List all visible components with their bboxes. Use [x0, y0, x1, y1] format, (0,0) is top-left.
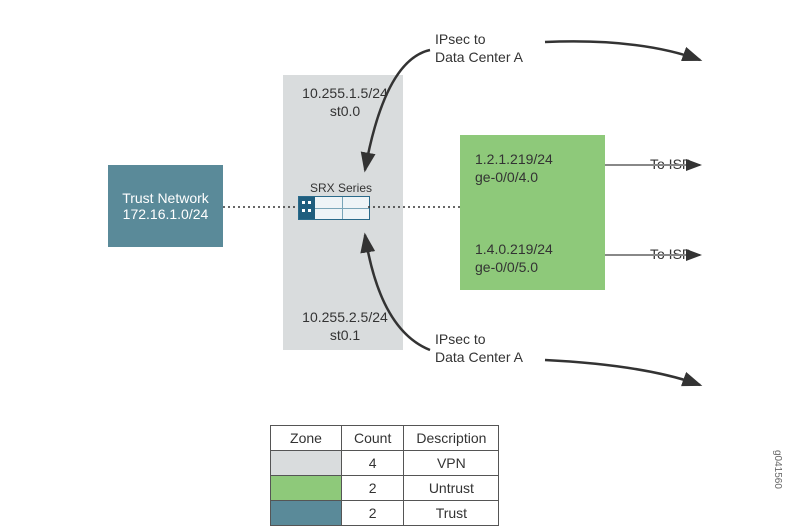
trust-network-subnet: 172.16.1.0/24 [123, 206, 209, 222]
trust-network-title: Trust Network [122, 190, 209, 206]
legend-desc-vpn: VPN [404, 451, 499, 476]
legend-count-untrust: 2 [342, 476, 404, 501]
ipsec-bottom-label: IPsec to Data Center A [435, 330, 523, 366]
legend-swatch-trust [271, 501, 342, 526]
legend-row-untrust: 2 Untrust [271, 476, 499, 501]
legend-row-trust: 2 Trust [271, 501, 499, 526]
vpn-if-top: 10.255.1.5/24 st0.0 [295, 84, 395, 120]
srx-device-icon [298, 196, 370, 220]
legend-count-trust: 2 [342, 501, 404, 526]
zone-legend-table: Zone Count Description 4 VPN 2 Untrust 2… [270, 425, 499, 526]
legend-header-zone: Zone [271, 426, 342, 451]
graphic-id: g041560 [772, 450, 783, 489]
legend-swatch-vpn [271, 451, 342, 476]
trust-network-box: Trust Network 172.16.1.0/24 [108, 165, 223, 247]
legend-count-vpn: 4 [342, 451, 404, 476]
untrust-if-top: 1.2.1.219/24 ge-0/0/4.0 [475, 150, 553, 186]
to-isp-bottom: To ISP [650, 246, 691, 262]
legend-header-desc: Description [404, 426, 499, 451]
legend-row-vpn: 4 VPN [271, 451, 499, 476]
legend-desc-untrust: Untrust [404, 476, 499, 501]
legend-swatch-untrust [271, 476, 342, 501]
legend-header-row: Zone Count Description [271, 426, 499, 451]
vpn-if-bottom: 10.255.2.5/24 st0.1 [295, 308, 395, 344]
untrust-if-bottom: 1.4.0.219/24 ge-0/0/5.0 [475, 240, 553, 276]
ipsec-top-label: IPsec to Data Center A [435, 30, 523, 66]
to-isp-top: To ISP [650, 156, 691, 172]
srx-label: SRX Series [310, 181, 372, 195]
legend-header-count: Count [342, 426, 404, 451]
legend-desc-trust: Trust [404, 501, 499, 526]
